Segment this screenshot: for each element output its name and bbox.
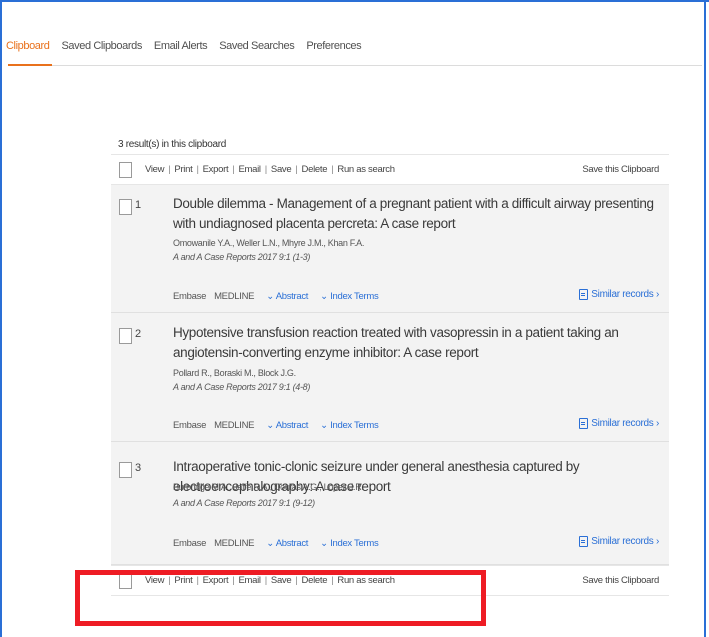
separator: |: [168, 164, 171, 175]
similar-records-link[interactable]: Similar records ›: [579, 418, 659, 429]
similar-records-label: Similar records: [591, 418, 654, 429]
separator: |: [331, 164, 334, 175]
highlight-annotation-box: [75, 570, 486, 626]
record-links: Embase MEDLINE ⌄ Abstract ⌄ Index Terms: [173, 291, 386, 302]
tab-saved-searches[interactable]: Saved Searches: [219, 40, 295, 62]
index-terms-toggle[interactable]: ⌄ Index Terms: [320, 291, 379, 302]
index-terms-label: Index Terms: [330, 538, 379, 549]
record-source: A and A Case Reports 2017 9:1 (4-8): [173, 382, 311, 392]
record-authors: Pollard R., Boraski M., Block J.G.: [173, 368, 296, 378]
save-clipboard-button[interactable]: Save this Clipboard: [582, 575, 659, 586]
index-terms-toggle[interactable]: ⌄ Index Terms: [320, 538, 379, 549]
save-clipboard-button[interactable]: Save this Clipboard: [582, 164, 659, 175]
record-source: A and A Case Reports 2017 9:1 (1-3): [173, 252, 311, 262]
top-toolbar: View | Print | Export | Email | Save | D…: [111, 154, 669, 185]
record-checkbox[interactable]: [119, 328, 132, 344]
record-item: 2 Hypotensive transfusion reaction treat…: [111, 314, 669, 442]
abstract-label: Abstract: [275, 538, 309, 549]
record-item: 1 Double dilemma - Management of a pregn…: [111, 185, 669, 313]
index-terms-toggle[interactable]: ⌄ Index Terms: [320, 420, 379, 431]
document-icon: [579, 536, 589, 547]
separator: |: [232, 164, 235, 175]
abstract-label: Abstract: [275, 291, 309, 302]
separator: |: [295, 164, 298, 175]
print-button[interactable]: Print: [174, 164, 192, 175]
database-tag-embase: Embase: [173, 538, 207, 549]
similar-records-link[interactable]: Similar records ›: [579, 536, 659, 547]
view-button[interactable]: View: [145, 164, 165, 175]
record-item: 3 Intraoperative tonic-clonic seizure un…: [111, 448, 669, 565]
chevron-right-icon: ›: [653, 418, 659, 429]
save-button[interactable]: Save: [271, 164, 292, 175]
separator: |: [264, 164, 267, 175]
record-number: 2: [135, 328, 142, 340]
index-terms-label: Index Terms: [330, 420, 379, 431]
database-tag-embase: Embase: [173, 291, 207, 302]
select-all-checkbox[interactable]: [119, 162, 132, 178]
separator: |: [196, 164, 199, 175]
record-authors: Omowanile Y.A., Weller L.N., Mhyre J.M.,…: [173, 238, 365, 248]
record-links: Embase MEDLINE ⌄ Abstract ⌄ Index Terms: [173, 420, 386, 431]
record-checkbox[interactable]: [119, 462, 132, 478]
run-as-search-button[interactable]: Run as search: [337, 164, 395, 175]
abstract-toggle[interactable]: ⌄ Abstract: [266, 291, 308, 302]
frame-border-top: [0, 0, 709, 2]
similar-records-label: Similar records: [591, 289, 654, 300]
document-icon: [579, 418, 589, 429]
toolbar-actions: View | Print | Export | Email | Save | D…: [145, 164, 395, 175]
tab-clipboard[interactable]: Clipboard: [6, 40, 50, 62]
index-terms-label: Index Terms: [330, 291, 379, 302]
tab-bar: Clipboard Saved Clipboards Email Alerts …: [6, 40, 373, 62]
abstract-toggle[interactable]: ⌄ Abstract: [266, 420, 308, 431]
active-tab-indicator: [8, 64, 52, 66]
email-button[interactable]: Email: [238, 164, 261, 175]
abstract-toggle[interactable]: ⌄ Abstract: [266, 538, 308, 549]
export-button[interactable]: Export: [203, 164, 229, 175]
record-number: 3: [135, 462, 142, 474]
tab-preferences[interactable]: Preferences: [306, 40, 361, 62]
record-number: 1: [135, 199, 142, 211]
chevron-right-icon: ›: [653, 289, 659, 300]
similar-records-label: Similar records: [591, 536, 654, 547]
clipboard-results-panel: View | Print | Export | Email | Save | D…: [111, 154, 669, 596]
frame-border-left: [0, 0, 2, 637]
results-count: 3 result(s) in this clipboard: [118, 139, 227, 150]
tab-divider: [8, 65, 702, 66]
tab-email-alerts[interactable]: Email Alerts: [154, 40, 208, 62]
record-title-link[interactable]: Hypotensive transfusion reaction treated…: [173, 323, 663, 363]
database-tag-embase: Embase: [173, 420, 207, 431]
document-icon: [579, 289, 589, 300]
record-source: A and A Case Reports 2017 9:1 (9-12): [173, 498, 315, 508]
record-checkbox[interactable]: [119, 199, 132, 215]
similar-records-link[interactable]: Similar records ›: [579, 289, 659, 300]
record-links: Embase MEDLINE ⌄ Abstract ⌄ Index Terms: [173, 538, 386, 549]
record-title-link[interactable]: Double dilemma - Management of a pregnan…: [173, 194, 663, 234]
delete-button[interactable]: Delete: [302, 164, 328, 175]
frame-border-right: [704, 0, 706, 637]
database-tag-medline: MEDLINE: [214, 538, 255, 549]
database-tag-medline: MEDLINE: [214, 291, 255, 302]
tab-saved-clipboards[interactable]: Saved Clipboards: [61, 40, 142, 62]
record-authors: Burbridge M.A., Jaffe R.A., Doufas A.G.,…: [173, 482, 364, 492]
database-tag-medline: MEDLINE: [214, 420, 255, 431]
chevron-right-icon: ›: [653, 536, 659, 547]
abstract-label: Abstract: [275, 420, 309, 431]
